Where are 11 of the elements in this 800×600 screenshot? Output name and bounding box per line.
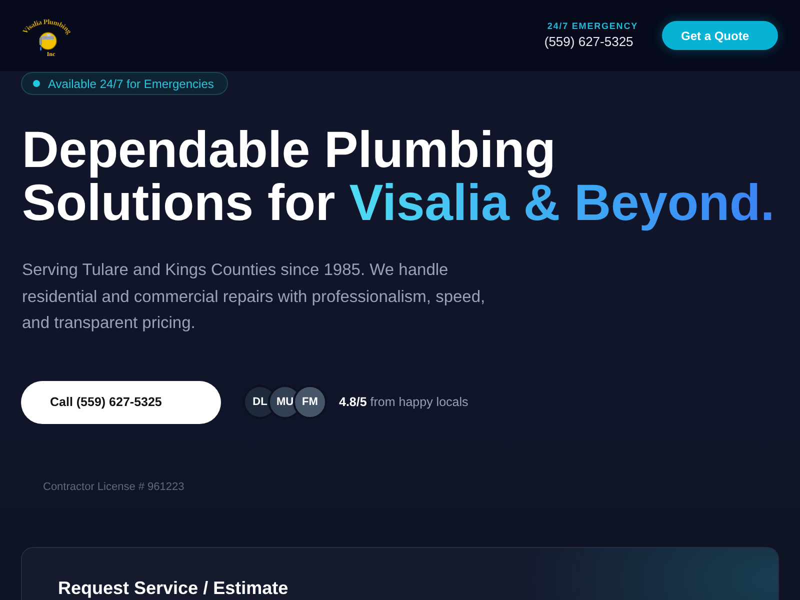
badge-text: Available 24/7 for Emergencies	[48, 76, 214, 90]
card-title: Request Service / Estimate	[58, 578, 288, 598]
avatar: FM	[293, 385, 327, 419]
emergency-label: 24/7 EMERGENCY	[547, 21, 638, 31]
hero-heading: Dependable Plumbing Solutions for Visalia & Beyond.	[22, 123, 776, 229]
phone-number[interactable]: (559) 627-5325	[544, 34, 638, 49]
hero-description: Serving Tulare and Kings Counties since 1985. We handle residential and commercial repairs with professionalism, speed, and transparent pricing.	[22, 260, 486, 334]
status-dot-icon	[33, 80, 40, 87]
call-button[interactable]: Call (559) 627-5325	[21, 380, 221, 424]
rating-text: 4.8/5 from happy locals	[339, 395, 468, 409]
license-text: Contractor License # 961223	[43, 480, 184, 492]
